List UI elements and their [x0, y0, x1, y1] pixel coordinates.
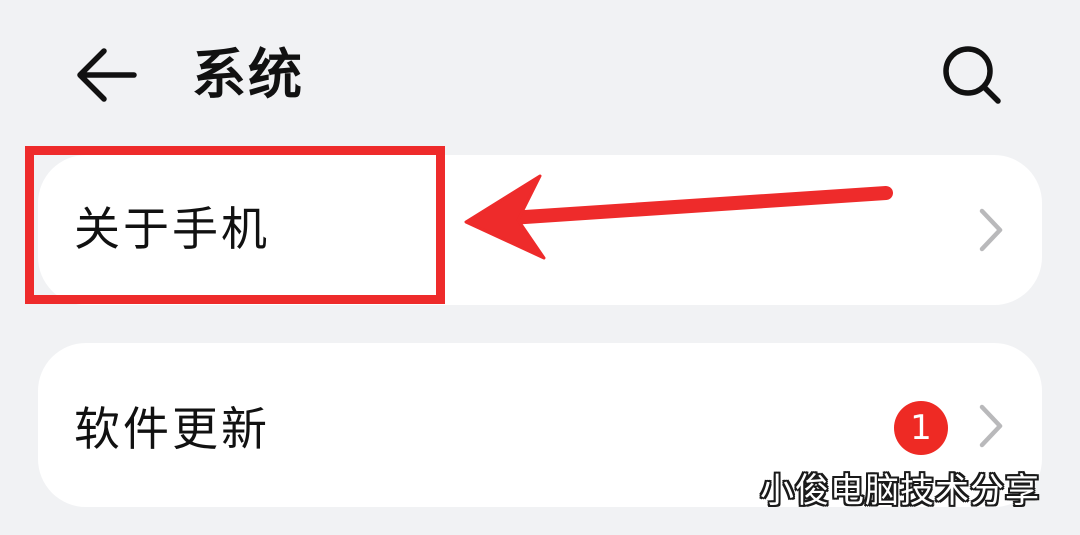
arrow-left-icon: [77, 48, 137, 102]
page-title: 系统: [192, 43, 304, 106]
chevron-right-icon: [979, 208, 1003, 252]
annotation-highlight-box: [25, 146, 445, 304]
chevron-right-icon: [979, 404, 1003, 448]
search-button[interactable]: [936, 40, 1008, 110]
header: 系统: [0, 0, 1080, 140]
search-icon: [943, 46, 1001, 104]
watermark: 小俊电脑技术分享: [760, 471, 1040, 511]
back-button[interactable]: [70, 40, 146, 110]
notification-badge: 1: [894, 401, 948, 455]
settings-item-label: 软件更新: [74, 402, 270, 456]
